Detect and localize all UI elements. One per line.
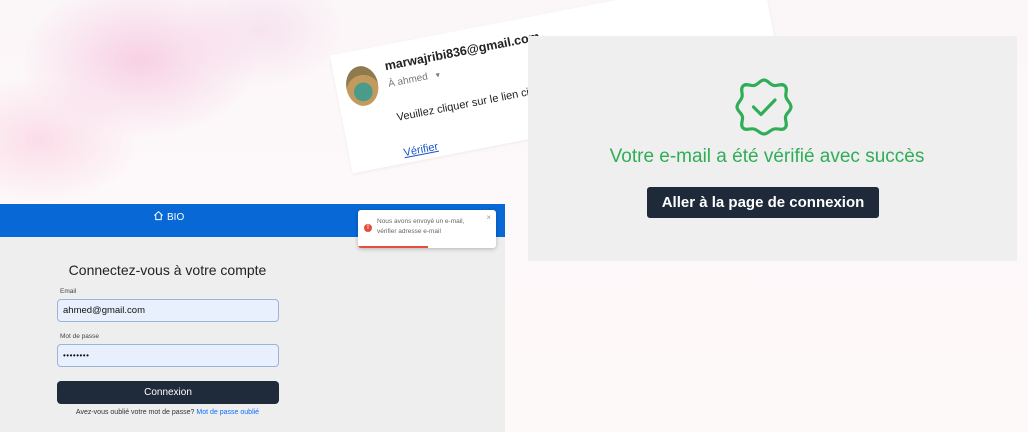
password-label: Mot de passe (60, 333, 100, 340)
recipient-label: À ahmed (387, 71, 429, 90)
home-icon (153, 210, 164, 224)
verify-link[interactable]: Vérifier (403, 141, 439, 159)
login-title: Connectez-vous à votre compte (68, 262, 267, 278)
verified-badge-icon (734, 76, 794, 136)
brand-label: BIO (167, 211, 185, 223)
go-to-login-button[interactable]: Aller à la page de connexion (647, 187, 879, 218)
email-label: Email (60, 288, 77, 295)
brand-link[interactable]: BIO (153, 210, 184, 224)
sender-email: marwajribi836@gmail.com (383, 29, 541, 74)
background-decoration (0, 0, 360, 230)
error-icon: ! (364, 224, 372, 232)
notification-toast: ! Nous avons envoyé un e-mail, vérifier … (358, 210, 496, 248)
forgot-password-text: Avez-vous oublié votre mot de passe? (75, 409, 195, 416)
toast-message: Nous avons envoyé un e-mail, vérifier ad… (377, 218, 465, 235)
close-icon[interactable]: × (486, 213, 491, 222)
login-button[interactable]: Connexion (57, 381, 279, 404)
recipient-row[interactable]: À ahmed ▼ (387, 69, 443, 90)
login-page: BIO ! Nous avons envoyé un e-mail, vérif… (0, 204, 505, 432)
toast-progress-bar (358, 246, 428, 248)
email-field[interactable]: ahmed@gmail.com (57, 299, 279, 322)
password-field[interactable]: •••••••• (57, 344, 279, 367)
dropdown-arrow-icon: ▼ (433, 71, 443, 80)
verified-message: Votre e-mail a été vérifié avec succès (609, 146, 925, 167)
forgot-password-row: Avez-vous oublié votre mot de passe? Mot… (0, 409, 335, 416)
forgot-password-link[interactable]: Mot de passe oublié (196, 409, 259, 416)
sender-avatar (342, 63, 382, 109)
email-verified-page: Votre e-mail a été vérifié avec succès A… (528, 36, 1017, 261)
